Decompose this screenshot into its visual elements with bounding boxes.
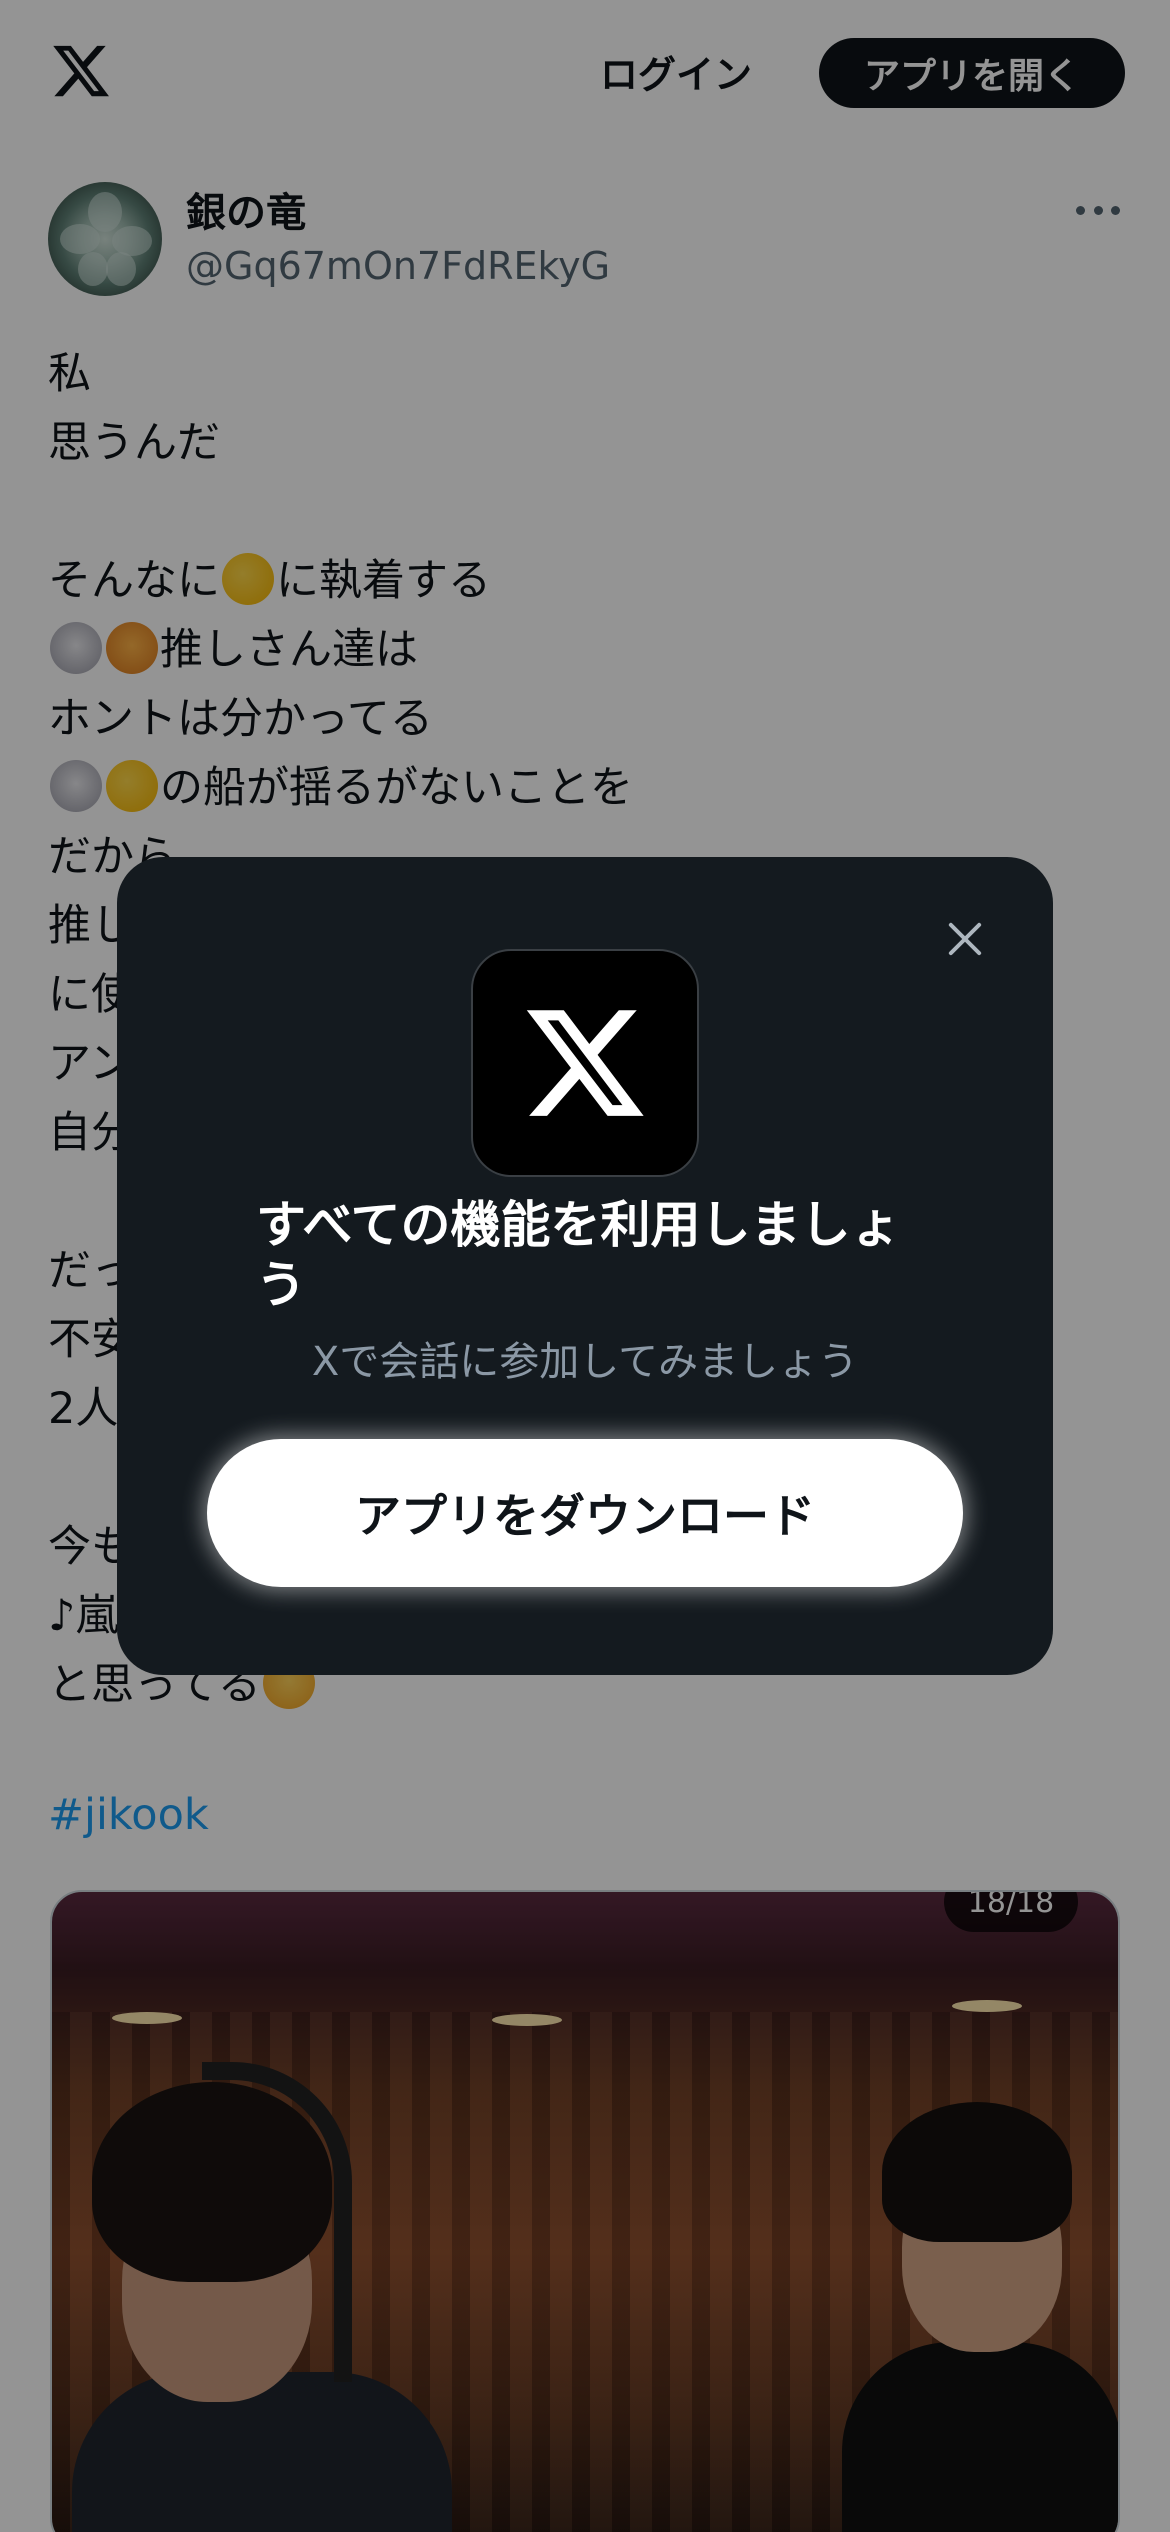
modal-subtitle: Xで会話に参加してみましょう bbox=[311, 1339, 859, 1385]
close-icon[interactable] bbox=[935, 909, 995, 969]
page: ログイン アプリを開く 銀の竜 @Gq67mOn7FdREkyG 私思うんだ そん… bbox=[0, 0, 1170, 2532]
modal-title: すべての機能を利用しましょう bbox=[256, 1196, 901, 1314]
app-promo-modal: すべての機能を利用しましょう Xで会話に参加してみましょう アプリをダウンロード bbox=[117, 857, 1053, 1675]
download-app-button[interactable]: アプリをダウンロード bbox=[207, 1439, 963, 1587]
x-app-icon bbox=[471, 949, 699, 1177]
